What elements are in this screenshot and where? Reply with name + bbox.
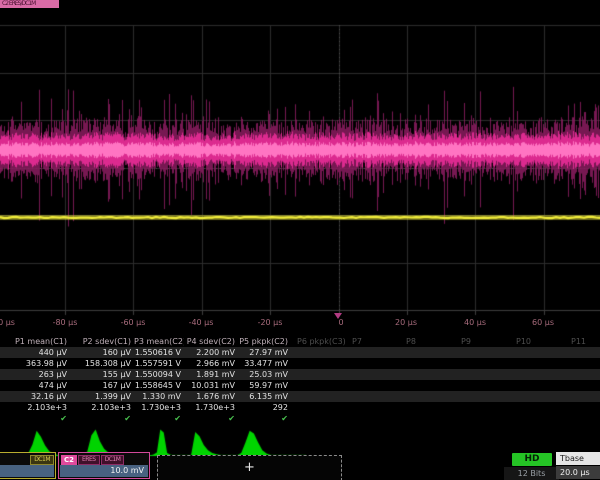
- plus-icon: +: [244, 460, 255, 475]
- param-value: 363.98 µV: [0, 358, 70, 369]
- time-axis-label: -60 µs: [121, 318, 146, 327]
- param-value: 59.97 mV: [238, 380, 291, 391]
- trigger-position-icon[interactable]: [334, 313, 342, 319]
- param-header[interactable]: P1 mean(C1): [0, 336, 70, 347]
- param-value: 6.135 mV: [238, 391, 291, 402]
- param-value: 263 µV: [0, 369, 70, 380]
- param-value: 1.550616 V: [134, 347, 184, 358]
- time-axis-label: -40 µs: [189, 318, 214, 327]
- param-status-check-icon: ✔: [0, 413, 70, 424]
- hd-bits-label: 12 Bits: [504, 467, 559, 480]
- param-value: 33.477 mV: [238, 358, 291, 369]
- param-value: 2.103e+3: [0, 402, 70, 413]
- param-value: 2.103e+3: [70, 402, 134, 413]
- param-value: 292: [238, 402, 291, 413]
- param-value: 1.550094 V: [134, 369, 184, 380]
- param-value: 2.966 mV: [184, 358, 238, 369]
- param-value: 160 µV: [70, 347, 134, 358]
- param-value: 167 µV: [70, 380, 134, 391]
- param-header-empty[interactable]: P6 pkpk(C3): [291, 336, 346, 347]
- channel-descriptor-c1[interactable]: DC1M 0 mV: [0, 452, 56, 479]
- oscilloscope-screen: C2 ERES/DC1M -100 µs -80 µs -60 µs -40 µs -2…: [0, 0, 600, 480]
- param-value: 1.557591 V: [134, 358, 184, 369]
- measure-table: P1 mean(C1)P2 sdev(C1)P3 mean(C2)P4 sdev…: [0, 336, 600, 426]
- c2-channel-label: C2: [61, 455, 77, 465]
- param-header-empty[interactable]: P9: [455, 336, 510, 347]
- param-header-empty[interactable]: P7: [346, 336, 400, 347]
- channel-descriptor-c2[interactable]: C2ERESDC1M 10.0 mV: [58, 452, 150, 479]
- param-value: 1.730e+3: [134, 402, 184, 413]
- param-header-empty[interactable]: P8: [400, 336, 455, 347]
- param-value: 158.308 µV: [70, 358, 134, 369]
- timebase-value: 20.0 µs: [556, 466, 600, 479]
- param-value: 474 µV: [0, 380, 70, 391]
- param-value: 1.676 mV: [184, 391, 238, 402]
- time-axis-label: 40 µs: [464, 318, 486, 327]
- param-header[interactable]: P3 mean(C2): [134, 336, 184, 347]
- timebase-title: Tbase: [556, 452, 600, 465]
- param-header-empty[interactable]: P10: [510, 336, 565, 347]
- param-value: 1.891 mV: [184, 369, 238, 380]
- waveform-grid-canvas: [0, 0, 600, 316]
- param-value: 25.03 mV: [238, 369, 291, 380]
- time-axis-label: 0: [338, 318, 343, 327]
- param-value: 2.200 mV: [184, 347, 238, 358]
- time-axis-label: -100 µs: [0, 318, 15, 327]
- param-header-empty[interactable]: P11: [565, 336, 600, 347]
- time-axis-label: -20 µs: [258, 318, 283, 327]
- param-status-check-icon: ✔: [134, 413, 184, 424]
- param-header[interactable]: P4 sdev(C2): [184, 336, 238, 347]
- param-value: 155 µV: [70, 369, 134, 380]
- param-value: 1.330 mV: [134, 391, 184, 402]
- c2-trace-annotation-badge: C2 ERES/DC1M: [0, 0, 59, 8]
- param-value: 1.558645 V: [134, 380, 184, 391]
- param-status-check-icon: ✔: [70, 413, 134, 424]
- time-axis-label: 20 µs: [395, 318, 417, 327]
- param-value: 32.16 µV: [0, 391, 70, 402]
- param-value: 1.730e+3: [184, 402, 238, 413]
- c1-vertical-scale: 0 mV: [0, 465, 54, 477]
- param-value: 10.031 mV: [184, 380, 238, 391]
- param-value: 440 µV: [0, 347, 70, 358]
- param-value: 1.399 µV: [70, 391, 134, 402]
- param-value: 27.97 mV: [238, 347, 291, 358]
- time-axis-label: 60 µs: [532, 318, 554, 327]
- c2-eres-badge: ERES: [78, 455, 100, 465]
- param-header[interactable]: P2 sdev(C1): [70, 336, 134, 347]
- c2-vertical-scale: 10.0 mV: [60, 465, 148, 477]
- add-trace-button[interactable]: +: [157, 455, 342, 480]
- param-status-check-icon: ✔: [184, 413, 238, 424]
- hd-mode-badge[interactable]: HD: [512, 453, 552, 466]
- timebase-descriptor[interactable]: Tbase 20.0 µs: [556, 452, 600, 479]
- c2-coupling-badge: DC1M: [101, 455, 125, 465]
- param-status-check-icon: ✔: [238, 413, 291, 424]
- c1-coupling-badge: DC1M: [30, 455, 54, 465]
- param-header[interactable]: P5 pkpk(C2): [238, 336, 291, 347]
- time-axis-label: -80 µs: [53, 318, 78, 327]
